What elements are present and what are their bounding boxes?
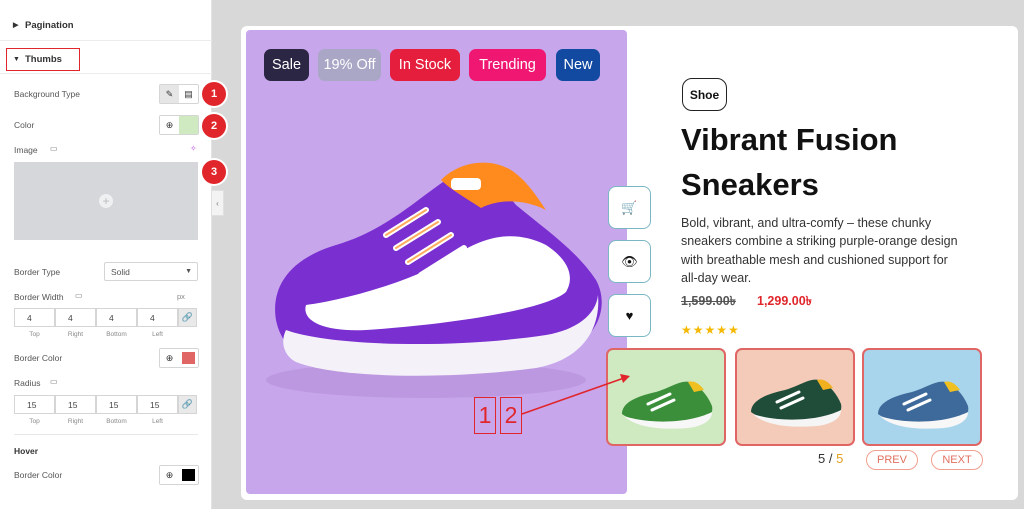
border-width-label: Border Width [14,292,64,302]
pagination-label: Pagination [25,20,74,31]
category-tag[interactable]: Shoe [682,78,727,111]
hover-border-color-swatch[interactable] [179,466,198,484]
marker-3: 3 [202,160,226,184]
brush-icon[interactable]: ✎ [160,85,179,103]
hover-label: Hover [14,446,39,456]
side-label-right: Right [67,331,84,338]
radius-inputs: 15 15 15 15 🔗 [14,395,197,414]
link-icon[interactable]: 🔗 [178,308,197,327]
side-label-bottom: Bottom [106,418,127,425]
border-type-label: Border Type [14,267,61,277]
border-type-value: Solid [111,267,130,277]
collapse-panel-button[interactable]: ‹ [211,190,224,216]
desktop-icon[interactable]: ▭ [50,377,58,386]
blue-sneaker-thumbnail [878,381,969,429]
radius-side-labels: Top Right Bottom Left [14,418,178,425]
radius-top[interactable]: 15 [14,395,55,414]
side-label-right: Right [67,418,84,425]
color-control: ⊕ [159,115,199,135]
border-width-right[interactable]: 4 [55,308,96,327]
hover-border-color-label: Border Color [14,470,63,480]
product-description: Bold, vibrant, and ultra-comfy – these c… [681,216,958,285]
side-label-top: Top [29,331,40,338]
annotation-arrow [521,374,630,415]
border-width-top[interactable]: 4 [14,308,55,327]
border-color-swatch[interactable] [179,349,198,367]
side-label-left: Left [152,418,163,425]
eye-icon: 👁 [621,253,638,269]
border-width-bottom[interactable]: 4 [96,308,137,327]
hover-border-color-control: ⊕ [159,465,199,485]
badge-sale: Sale [264,49,309,81]
link-icon[interactable]: 🔗 [178,395,197,414]
border-color-label: Border Color [14,353,63,363]
old-price: 1,599.00৳ [681,294,736,308]
thumbnail-3[interactable] [862,348,982,446]
thumbnail-2[interactable] [735,348,855,446]
ai-sparkle-icon[interactable]: ✧ [190,144,197,153]
annotation-1: 1 [474,397,496,434]
badge-in-stock: In Stock [390,49,460,81]
caret-right-icon: ▶ [13,22,19,29]
product-hero-image [246,30,627,494]
slide-counter: 5 / 5 [818,451,843,466]
heart-icon: ♥ [625,308,634,323]
badge-trending: Trending [469,49,546,81]
product-title-line1: Vibrant Fusion [681,122,898,157]
divider [14,434,198,435]
image-label: Image [14,145,38,155]
gradient-icon[interactable]: ▤ [179,85,198,103]
globe-icon[interactable]: ⊕ [160,466,179,484]
desktop-icon[interactable]: ▭ [50,144,58,153]
plus-icon[interactable]: + [99,194,113,208]
border-type-select[interactable]: Solid ▼ [104,262,198,281]
marker-1: 1 [202,82,226,106]
thumbs-highlight-box [6,48,80,71]
image-upload-area[interactable]: + [14,162,198,240]
counter-separator: / [825,451,837,466]
quick-view-button[interactable]: 👁 [608,240,651,283]
radius-right[interactable]: 15 [55,395,96,414]
chevron-down-icon: ▼ [185,268,192,275]
side-label-bottom: Bottom [106,331,127,338]
border-width-unit[interactable]: px [177,292,185,301]
border-width-inputs: 4 4 4 4 🔗 [14,308,197,327]
side-label-top: Top [29,418,40,425]
globe-icon[interactable]: ⊕ [160,116,179,134]
pagination-section-header[interactable]: ▶ Pagination [0,10,212,41]
settings-panel: ▶ Pagination ▼ Thumbs Background Type ✎ … [0,0,226,509]
radius-bottom[interactable]: 15 [96,395,137,414]
side-label-left: Left [152,331,163,338]
wishlist-button[interactable]: ♥ [608,294,651,337]
new-price: 1,299.00৳ [757,294,812,308]
annotation-2: 2 [500,397,522,434]
badge-new: New [556,49,600,81]
globe-icon[interactable]: ⊕ [160,349,179,367]
counter-total: 5 [836,451,844,466]
border-width-side-labels: Top Right Bottom Left [14,331,178,338]
next-button[interactable]: NEXT [931,450,983,470]
sneaker-illustration [266,162,602,398]
background-type-toggle: ✎ ▤ [159,84,199,104]
radius-label: Radius [14,378,41,388]
marker-2: 2 [202,114,226,138]
add-to-cart-button[interactable]: 🛒 [608,186,651,229]
cart-icon: 🛒 [621,199,638,215]
border-width-left[interactable]: 4 [137,308,178,327]
prev-button[interactable]: PREV [866,450,918,470]
dark-green-sneaker-thumbnail [751,379,842,427]
product-title-line2: Sneakers [681,167,819,202]
badge-discount: 19% Off [318,49,381,81]
background-type-label: Background Type [14,89,80,99]
border-color-control: ⊕ [159,348,199,368]
color-label: Color [14,120,35,130]
radius-left[interactable]: 15 [137,395,178,414]
star-rating: ★★★★★ [681,323,740,337]
color-swatch[interactable] [179,116,198,134]
desktop-icon[interactable]: ▭ [75,291,83,300]
